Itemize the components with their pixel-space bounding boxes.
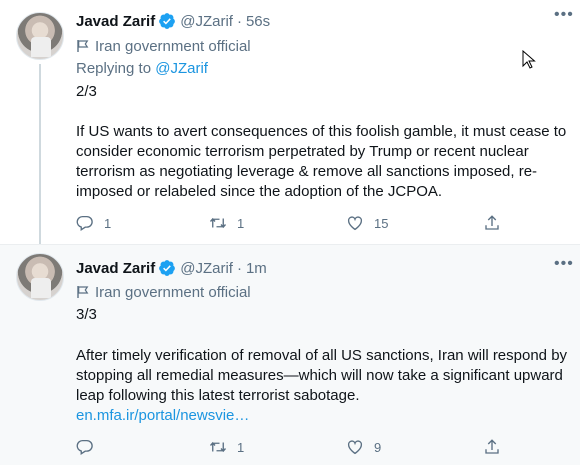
like-button[interactable]: 15 [346, 214, 388, 232]
verified-badge-icon [159, 13, 176, 29]
retweet-icon [209, 441, 227, 453]
tweet-text-body: After timely verification of removal of … [76, 347, 568, 404]
retweet-count: 1 [237, 215, 245, 231]
timestamp[interactable]: 1m [246, 260, 267, 277]
author-name[interactable]: Javad Zarif [76, 13, 155, 30]
tweet-header: Javad Zarif @JZarif · 1m [76, 257, 267, 279]
separator-dot: · [236, 12, 242, 30]
thread-counter: 3/3 [76, 306, 97, 323]
reply-icon [76, 215, 93, 232]
like-button[interactable]: 9 [346, 438, 381, 456]
more-options-icon[interactable]: ••• [554, 7, 573, 28]
tweet-link[interactable]: en.mfa.ir/portal/newsvie… [76, 407, 249, 424]
author-handle[interactable]: @JZarif [180, 260, 233, 277]
like-count: 15 [374, 215, 389, 231]
separator-dot: · [236, 259, 242, 277]
reply-count: 1 [104, 215, 112, 231]
retweet-icon [209, 217, 227, 229]
more-options-icon[interactable]: ••• [554, 256, 573, 277]
like-count: 9 [374, 439, 382, 455]
share-button[interactable] [483, 214, 501, 232]
government-label: Iran government official [76, 282, 251, 302]
timestamp[interactable]: 56s [246, 13, 270, 30]
mouse-cursor-icon [522, 50, 536, 69]
flag-icon [77, 286, 89, 298]
retweet-count: 1 [237, 439, 245, 455]
government-label-text: Iran government official [95, 37, 251, 55]
thread-connector-line [39, 64, 41, 244]
reply-icon [76, 439, 93, 456]
tweet-text: After timely verification of removal of … [76, 346, 568, 426]
avatar[interactable] [16, 12, 64, 60]
government-label: Iran government official [76, 36, 251, 56]
tweet-3-of-3[interactable]: Javad Zarif @JZarif · 1m ••• Iran govern… [0, 244, 580, 465]
replying-to: Replying to @JZarif [76, 60, 208, 77]
share-button[interactable] [483, 438, 501, 456]
author-handle[interactable]: @JZarif [180, 13, 233, 30]
reply-button[interactable]: 1 [76, 214, 111, 232]
government-label-text: Iran government official [95, 283, 251, 301]
retweet-button[interactable]: 1 [209, 438, 244, 456]
replying-to-mention[interactable]: @JZarif [155, 60, 208, 77]
avatar[interactable] [16, 253, 64, 301]
share-icon [485, 215, 499, 230]
thread-counter: 2/3 [76, 83, 97, 100]
flag-icon [77, 40, 89, 52]
replying-prefix: Replying to [76, 60, 152, 77]
author-name[interactable]: Javad Zarif [76, 260, 155, 277]
retweet-button[interactable]: 1 [209, 214, 244, 232]
tweet-text: If US wants to avert consequences of thi… [76, 123, 567, 200]
tweet-2-of-3[interactable]: Javad Zarif @JZarif · 56s ••• Iran gover… [0, 0, 580, 244]
verified-badge-icon [159, 260, 176, 276]
like-icon [347, 216, 363, 231]
like-icon [347, 440, 363, 455]
tweet-actions: 1 9 [76, 436, 506, 458]
reply-button[interactable] [76, 438, 104, 456]
tweet-header: Javad Zarif @JZarif · 56s [76, 10, 270, 32]
tweet-actions: 1 1 15 [76, 212, 506, 234]
share-icon [485, 439, 499, 454]
